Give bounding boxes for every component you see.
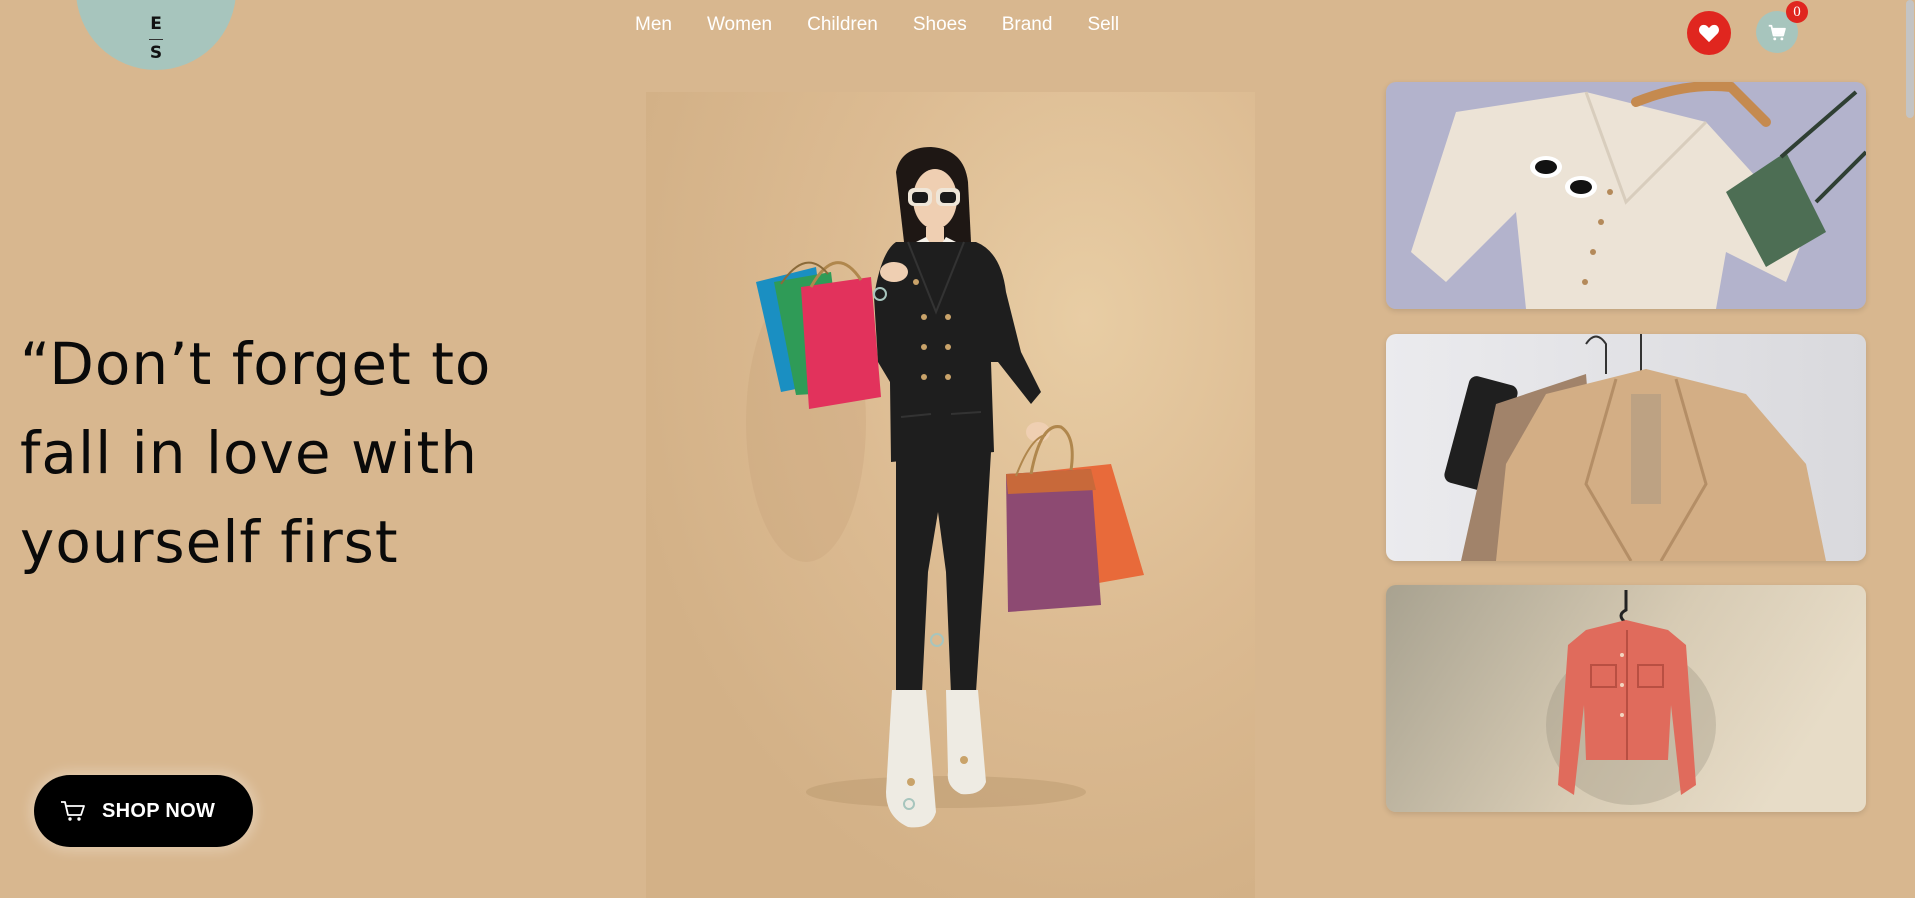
shop-now-label: SHOP NOW xyxy=(102,799,216,822)
scrollbar-thumb[interactable] xyxy=(1906,0,1914,118)
vertical-scrollbar[interactable] xyxy=(1903,0,1915,898)
hero-image xyxy=(646,92,1255,898)
logo-divider xyxy=(149,39,163,40)
nav-item-children[interactable]: Children xyxy=(807,14,878,36)
logo-letter-top: E xyxy=(150,14,162,34)
logo[interactable]: E S xyxy=(76,0,236,70)
hero-quote: “Don’t forget to fall in love with yours… xyxy=(20,320,540,587)
cart-icon xyxy=(1768,24,1786,40)
cardigan-flatlay-image xyxy=(1386,82,1866,309)
nav-item-women[interactable]: Women xyxy=(707,14,772,36)
camel-coat-image xyxy=(1386,334,1866,561)
cart-icon xyxy=(61,801,85,821)
nav-item-brand[interactable]: Brand xyxy=(1002,14,1053,36)
cart-count-badge: 0 xyxy=(1786,1,1808,23)
denim-jacket-image xyxy=(1386,585,1866,812)
wishlist-button[interactable] xyxy=(1687,11,1731,55)
product-card-coat[interactable] xyxy=(1386,334,1866,561)
product-card-cardigan[interactable] xyxy=(1386,82,1866,309)
nav-item-shoes[interactable]: Shoes xyxy=(913,14,967,36)
main-nav: Men Women Children Shoes Brand Sell xyxy=(635,14,1119,36)
hero-quote-line-3: yourself first xyxy=(20,508,399,576)
shop-now-button[interactable]: SHOP NOW xyxy=(34,775,253,847)
nav-item-men[interactable]: Men xyxy=(635,14,672,36)
logo-letter-bottom: S xyxy=(149,43,163,63)
product-card-denim-jacket[interactable] xyxy=(1386,585,1866,812)
hero-quote-line-1: “Don’t forget to xyxy=(20,330,492,398)
heart-icon xyxy=(1699,24,1719,43)
woman-with-shopping-bags-illustration xyxy=(746,147,1144,828)
nav-item-sell[interactable]: Sell xyxy=(1087,14,1119,36)
cart-button[interactable]: 0 xyxy=(1756,1,1808,53)
logo-letters: E S xyxy=(76,16,236,62)
hero-quote-line-2: fall in love with xyxy=(20,419,479,487)
